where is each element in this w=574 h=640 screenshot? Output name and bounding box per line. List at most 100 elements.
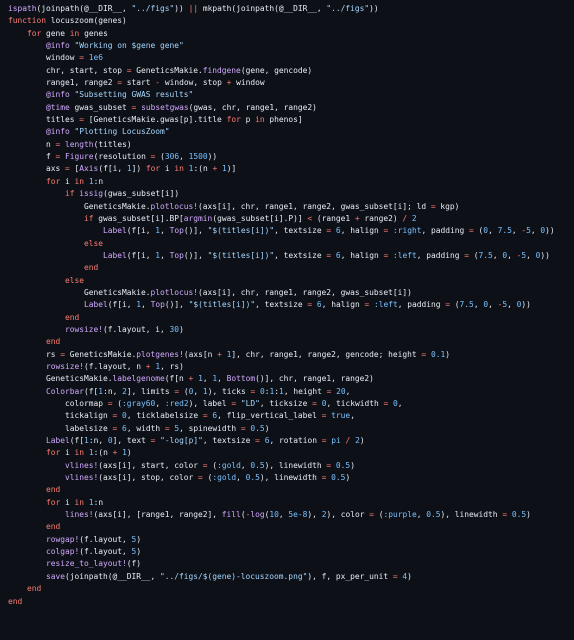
- code-token: "Working on $gene gene": [74, 41, 184, 51]
- code-token: rs: [8, 349, 61, 359]
- code-token: )): [207, 152, 218, 162]
- code-token: ,: [507, 300, 517, 310]
- code-token: Top: [169, 226, 184, 236]
- code-token: ): [264, 423, 270, 433]
- code-token: ), color: [326, 510, 370, 520]
- code-token: for: [226, 115, 241, 125]
- code-token: ): [445, 349, 450, 359]
- code-token: ,: [240, 460, 251, 470]
- code-line: for i in 1:n: [8, 176, 574, 188]
- code-token: phenos]: [264, 115, 303, 125]
- code-token: :gray60: [122, 399, 156, 408]
- code-token: "../figs": [131, 4, 175, 13]
- code-token: ,: [492, 250, 503, 260]
- code-token: :(n: [193, 164, 213, 174]
- code-token: "Subsetting GWAS results": [74, 90, 194, 100]
- code-line: function locuszoom(genes): [8, 15, 574, 27]
- code-token: ], chr, range1, range2, gencode; height: [231, 349, 422, 359]
- code-token: (gwas, chr, range1, range2): [188, 102, 317, 112]
- code-line: GeneticsMakie.labelgenome(f[n + 1, 1, Bo…: [8, 373, 574, 385]
- code-token: i: [160, 164, 175, 174]
- code-line: else: [8, 238, 574, 250]
- code-token: ,: [179, 152, 189, 162]
- code-token: subsetgwas: [141, 102, 189, 112]
- code-token: (f.layout, n: [84, 361, 146, 371]
- code-token: (f.layout, i,: [103, 324, 170, 334]
- code-token: 30: [169, 324, 180, 334]
- code-line: Label(f[i, 1, Top()], "$(titles[i])", te…: [8, 225, 574, 237]
- code-token: GeneticsMakie.: [131, 65, 203, 75]
- code-token: rowgap!: [46, 534, 80, 544]
- code-token: else: [84, 238, 104, 248]
- code-line: end: [8, 596, 574, 608]
- code-token: kgp): [435, 201, 460, 211]
- code-token: :purple: [383, 510, 417, 520]
- code-token: (gene, gencode): [240, 65, 313, 75]
- code-line: for gene in genes: [8, 28, 574, 40]
- code-token: (f[i,: [98, 164, 127, 174]
- code-line: rs = GeneticsMakie.plotgenes!(axs[n + 1]…: [8, 349, 574, 361]
- code-token: ), linewidth: [440, 510, 503, 520]
- code-token: , width: [126, 423, 165, 433]
- code-line: GeneticsMakie.plotlocus!(axs[i], chr, ra…: [8, 287, 574, 299]
- code-line: Label(f[1:n, 0], text = "-log[p]", texts…: [8, 435, 574, 447]
- code-token: (gwas_subset[i]): [103, 189, 180, 199]
- code-token: ,: [160, 250, 170, 260]
- code-token: 0.1: [430, 349, 446, 359]
- code-token: (f[: [84, 386, 99, 396]
- code-token: ,: [397, 399, 403, 408]
- code-token: :(n: [93, 448, 113, 458]
- code-token: n: [8, 139, 56, 149]
- code-token: , tickwidth: [326, 399, 384, 408]
- code-token: , textsize: [274, 226, 327, 236]
- code-token: "$(titles[i])": [188, 300, 256, 310]
- code-token: ,: [488, 226, 498, 236]
- code-token: (: [373, 510, 384, 520]
- code-line: resize_to_layout!(f): [8, 558, 574, 570]
- code-token: end: [27, 584, 42, 594]
- code-token: , flip_vertical_label: [217, 411, 322, 421]
- code-token: ,: [155, 399, 165, 408]
- code-token: 7.5: [497, 226, 512, 236]
- code-line: rowsize!(f.layout, i, 30): [8, 324, 574, 336]
- code-token: end: [65, 312, 80, 322]
- code-token: argmin: [183, 213, 213, 223]
- code-token: :left: [392, 250, 417, 260]
- code-token: resize_to_layout!: [46, 559, 127, 569]
- code-line: end: [8, 583, 574, 595]
- code-line: save(joinpath(@__DIR__, "../figs/$(gene)…: [8, 571, 574, 583]
- code-token: vlines!: [65, 473, 99, 483]
- code-token: [: [69, 164, 80, 174]
- code-token: plotgenes!: [136, 349, 184, 359]
- code-token: )): [521, 300, 531, 310]
- code-token: else: [65, 275, 85, 285]
- code-token: ispath: [8, 4, 37, 13]
- code-token: ,: [193, 386, 203, 396]
- code-line: end: [8, 312, 574, 324]
- code-token: rowsize!: [65, 324, 104, 334]
- code-line: colgap!(f.layout, 5): [8, 546, 574, 558]
- code-token: ), f, px_per_unit: [307, 571, 393, 581]
- code-line: else: [8, 275, 574, 287]
- code-token: 10: [269, 510, 279, 520]
- code-token: , rotation: [269, 436, 322, 446]
- code-token: ,: [526, 250, 536, 260]
- code-line: titles = [GeneticsMakie.gwas[p].title fo…: [8, 114, 574, 126]
- code-editor[interactable]: ispath(joinpath(@__DIR__, "../figs")) ||…: [0, 0, 574, 640]
- code-token: end: [46, 522, 61, 532]
- code-token: 7.5: [478, 250, 493, 260]
